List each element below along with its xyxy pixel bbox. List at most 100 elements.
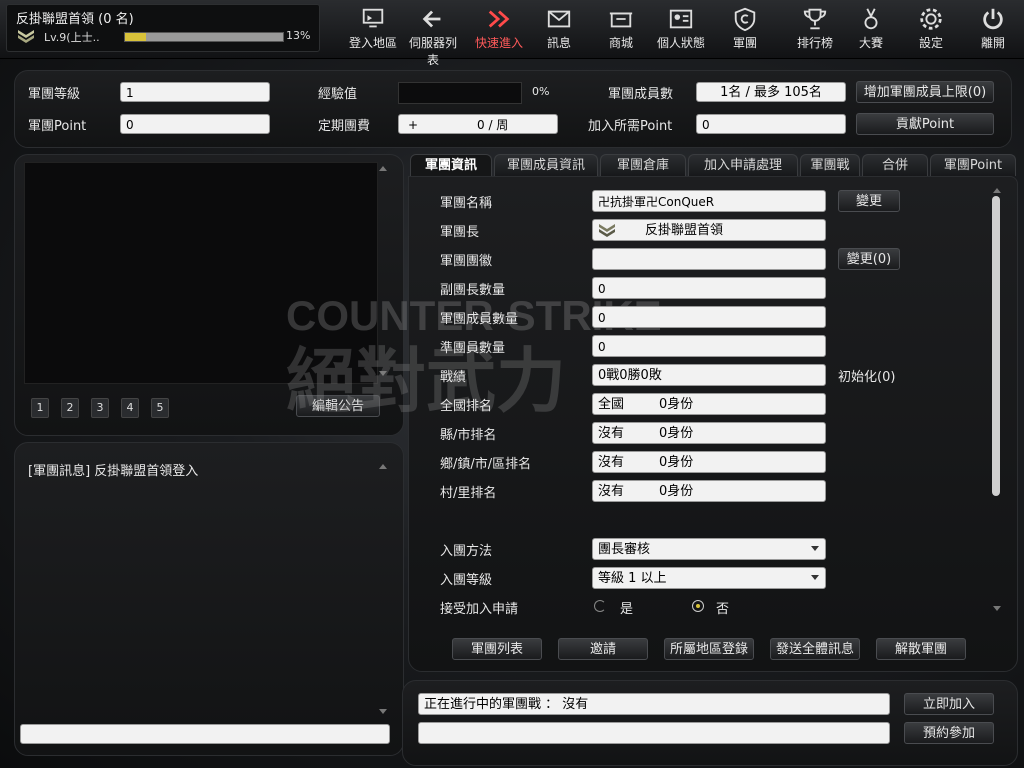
vice-leader-field: 0 xyxy=(592,277,826,299)
nav-shop-button[interactable]: 商城 xyxy=(592,4,650,52)
clan-name-label: 軍團名稱 xyxy=(440,196,493,211)
nav-label: 離開 xyxy=(980,36,1005,50)
join-now-button[interactable]: 立即加入 xyxy=(904,693,994,715)
power-icon xyxy=(983,8,1003,30)
change-name-button[interactable]: 變更 xyxy=(838,190,900,212)
village-rank-field: 沒有 0身份 xyxy=(592,480,826,502)
reserve-join-button[interactable]: 預約參加 xyxy=(904,722,994,744)
nav-mail-button[interactable]: 訊息 xyxy=(530,4,588,52)
nav-arrow-left-button[interactable]: 伺服器列表 xyxy=(404,4,462,67)
chat-scroll-up-icon[interactable] xyxy=(379,464,387,469)
village-rank-scope: 沒有 xyxy=(598,484,625,499)
accept-no-radio[interactable] xyxy=(692,600,704,612)
nav-power-button[interactable]: 離開 xyxy=(964,4,1022,52)
fee-label: 定期團費 xyxy=(318,119,371,134)
nav-gear-button[interactable]: 設定 xyxy=(902,4,960,52)
info-scroll-up-icon[interactable] xyxy=(993,188,1001,193)
notice-page-1-button[interactable]: 1 xyxy=(31,398,49,418)
xp-progress-fill xyxy=(125,33,146,41)
war-status-field: 正在進行中的軍團戰 ： 沒有 xyxy=(418,693,890,715)
reset-record-button[interactable]: 初始化(0) xyxy=(838,366,895,385)
disband-clan-button[interactable]: 解散軍團 xyxy=(876,638,966,660)
exp-bar xyxy=(398,82,522,104)
nav-label: 登入地區 xyxy=(348,36,397,50)
record-field: 0戰0勝0敗 xyxy=(592,364,826,386)
nav-medal-button[interactable]: 大賽 xyxy=(842,4,900,52)
info-scrollbar-thumb[interactable] xyxy=(992,196,1000,496)
tab-3[interactable]: 加入申請處理 xyxy=(688,154,798,176)
tab-5[interactable]: 合併 xyxy=(862,154,928,176)
chevron-down-icon xyxy=(811,575,819,580)
rank-chevron-icon xyxy=(16,28,36,44)
record-label: 戰績 xyxy=(440,370,467,385)
leader-label: 軍團長 xyxy=(440,225,480,240)
tab-2[interactable]: 軍團倉庫 xyxy=(600,154,686,176)
profile-card-icon xyxy=(669,9,693,29)
national-rank-field: 全國 0身份 xyxy=(592,393,826,415)
clan-point-field: 0 xyxy=(120,114,270,134)
svg-text:絕對武力: 絕對武力 xyxy=(286,340,566,420)
accept-yes-label: 是 xyxy=(620,602,634,617)
tab-4[interactable]: 軍團戰 xyxy=(800,154,860,176)
nav-label: 設定 xyxy=(918,36,943,50)
nav-profile-card-button[interactable]: 個人狀態 xyxy=(652,4,710,52)
arrow-left-icon xyxy=(422,10,441,28)
nav-monitor-button[interactable]: 登入地區 xyxy=(344,4,402,52)
notice-page-5-button[interactable]: 5 xyxy=(151,398,169,418)
nav-label: 軍團 xyxy=(732,36,757,50)
city-rank-value: 0身份 xyxy=(659,426,694,441)
nav-label: 個人狀態 xyxy=(656,36,705,50)
village-rank-label: 村/里排名 xyxy=(440,486,497,501)
war-input[interactable] xyxy=(418,722,890,744)
associate-count-field: 0 xyxy=(592,335,826,357)
change-emblem-button[interactable]: 變更(0) xyxy=(838,248,900,270)
notice-scroll-up-icon[interactable] xyxy=(379,166,387,171)
tab-1[interactable]: 軍團成員資訊 xyxy=(494,154,598,176)
nav-label: 訊息 xyxy=(546,36,571,50)
national-rank-label: 全國排名 xyxy=(440,399,493,414)
vice-leader-label: 副團長數量 xyxy=(440,283,506,298)
accept-yes-radio[interactable] xyxy=(594,600,606,612)
join-method-label: 入團方法 xyxy=(440,544,493,559)
emblem-field xyxy=(592,248,826,270)
register-region-button[interactable]: 所屬地區登錄 xyxy=(664,638,754,660)
chat-message: [軍團訊息] 反掛聯盟首領登入 xyxy=(28,464,199,479)
leader-name: 反掛聯盟首領 xyxy=(645,223,724,238)
increase-member-limit-button[interactable]: 增加軍團成員上限(0) xyxy=(856,81,994,103)
clan-list-button[interactable]: 軍團列表 xyxy=(452,638,542,660)
associate-count-label: 準團員數量 xyxy=(440,341,506,356)
leader-rank-icon xyxy=(599,224,615,237)
members-field: 1名 / 最多 105名 xyxy=(696,82,846,102)
members-label: 軍團成員數 xyxy=(608,87,674,102)
nav-trophy-button[interactable]: 排行榜 xyxy=(786,4,844,52)
tab-0[interactable]: 軍團資訊 xyxy=(410,154,492,176)
town-rank-field: 沒有 0身份 xyxy=(592,451,826,473)
fee-sign: + xyxy=(408,118,419,132)
chat-input[interactable] xyxy=(20,724,390,744)
town-rank-value: 0身份 xyxy=(659,455,694,470)
trophy-icon xyxy=(803,8,827,30)
city-rank-scope: 沒有 xyxy=(598,426,625,441)
mail-icon xyxy=(547,10,571,28)
notice-page-4-button[interactable]: 4 xyxy=(121,398,139,418)
invite-button[interactable]: 邀請 xyxy=(558,638,648,660)
clan-level-label: 軍團等級 xyxy=(28,87,81,102)
join-point-label: 加入所需Point xyxy=(588,119,673,134)
send-all-message-button[interactable]: 發送全體訊息 xyxy=(770,638,860,660)
info-scroll-down-icon[interactable] xyxy=(993,606,1001,611)
join-method-select[interactable]: 團長審核 xyxy=(592,538,826,560)
chat-panel xyxy=(14,442,404,756)
notice-page-2-button[interactable]: 2 xyxy=(61,398,79,418)
chat-scroll-down-icon[interactable] xyxy=(379,709,387,714)
monitor-icon xyxy=(362,8,384,28)
notice-page-3-button[interactable]: 3 xyxy=(91,398,109,418)
nav-fast-forward-button[interactable]: 快速進入 xyxy=(470,4,528,52)
member-count-field: 0 xyxy=(592,306,826,328)
tab-6[interactable]: 軍團Point xyxy=(930,154,1016,176)
fee-value: 0 / 周 xyxy=(477,118,509,132)
join-level-select[interactable]: 等級 1 以上 xyxy=(592,567,826,589)
exp-label: 經驗值 xyxy=(318,87,358,102)
contribute-point-button[interactable]: 貢獻Point xyxy=(856,113,994,135)
clan-name-field: 卍抗掛軍卍ConQueR xyxy=(592,190,826,212)
nav-clan-shield-button[interactable]: 軍團 xyxy=(716,4,774,52)
